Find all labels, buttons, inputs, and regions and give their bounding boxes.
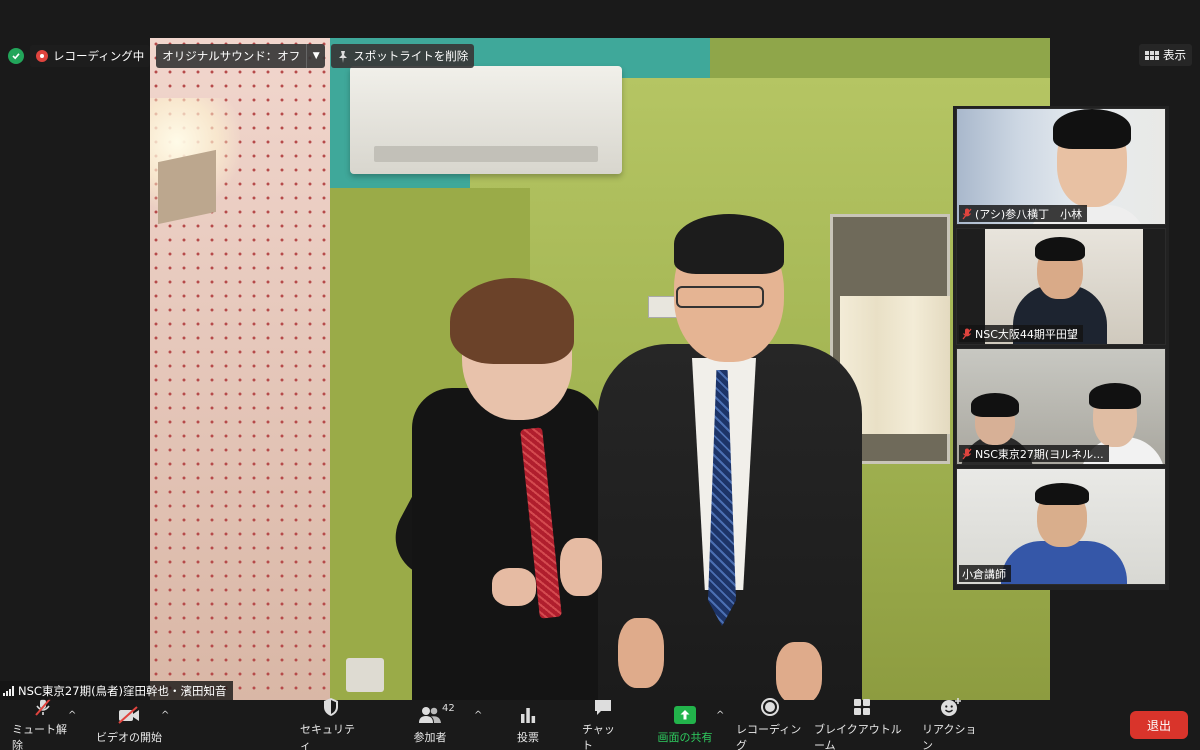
meeting-status: レコーディング中 オリジナルサウンド：オフ ▼ スポットライトを削除 [8,44,475,68]
mic-muted-icon [962,328,972,340]
pin-icon [339,50,348,63]
breakout-rooms-icon [852,697,872,717]
breakout-rooms-button[interactable]: ブレイクアウトルーム [814,697,910,750]
person-left-hand-2 [560,538,602,596]
share-options-chevron-icon[interactable]: ^ [716,710,724,721]
mic-muted-icon [962,448,972,460]
person-right-hand-2 [776,642,822,700]
share-screen-label: 画面の共有 [657,731,713,744]
participant-tile[interactable]: 小倉講師 [956,468,1166,585]
share-screen-icon [674,705,696,725]
wall-lamp [158,149,216,225]
participant-name: NSC東京27期(ヨルネル... [975,447,1104,461]
recording-label: レコーディング中 [53,49,145,63]
original-sound-toggle[interactable]: オリジナルサウンド：オフ ▼ [156,44,326,68]
start-video-button[interactable]: ビデオの開始 [96,700,162,750]
chat-label: チャット [582,723,615,750]
video-off-icon [117,705,141,725]
participant-hair [971,393,1019,417]
trash-bin [346,658,384,692]
record-icon [760,697,780,717]
unmute-label: ミュート解除 [12,723,67,750]
video-options-chevron-icon[interactable]: ^ [161,710,169,721]
view-label: 表示 [1163,48,1186,62]
original-sound-label: オリジナルサウンド：オフ [156,44,308,68]
participants-options-chevron-icon[interactable]: ^ [474,710,482,721]
smiley-plus-icon [940,697,962,717]
breakout-rooms-label: ブレイクアウトルーム [814,723,902,750]
participant-tile[interactable]: (アシ)参八横丁 小林 [956,108,1166,225]
recording-indicator[interactable]: レコーディング中 [30,45,151,67]
mic-muted-icon [33,697,53,717]
chat-button[interactable]: チャット [582,700,624,750]
start-video-label: ビデオの開始 [96,731,162,744]
recording-dot-icon [36,50,48,62]
remove-spotlight-button[interactable]: スポットライトを削除 [331,44,475,68]
shield-icon [321,697,341,717]
grid-view-icon [1145,50,1159,60]
participant-hair [1053,109,1131,149]
participant-name-tag: NSC東京27期(ヨルネル... [959,445,1109,462]
main-speaker-name-tag: NSC東京27期(鳥者)窪田幹也・濱田知音 [0,681,233,700]
view-button[interactable]: 表示 [1139,44,1192,66]
person-left-hand [492,568,536,606]
person-right-hair [674,214,784,274]
participant-name: NSC大阪44期平田望 [975,327,1078,341]
meeting-toolbar: ミュート解除 ^ ビデオの開始 ^ セキュリティ 42 参加者 ^ 投票 チャッ… [0,697,1200,750]
security-label: セキュリティ [300,723,355,750]
person-right-hand [618,618,664,688]
main-speaker-video[interactable] [150,38,1050,700]
polls-button[interactable]: 投票 [508,700,548,750]
chat-bubble-icon [593,697,613,717]
share-screen-button[interactable]: 画面の共有 [654,700,716,750]
participants-label: 参加者 [413,731,447,744]
security-button[interactable]: セキュリティ [300,697,362,750]
participant-name: 小倉講師 [962,567,1006,581]
participants-button[interactable]: 42 参加者 [400,700,460,750]
polls-label: 投票 [517,731,539,744]
reactions-button[interactable]: リアクション [922,697,980,750]
participant-hair [1089,383,1141,409]
participant-name-tag: (アシ)参八横丁 小林 [959,205,1088,222]
chevron-down-icon[interactable]: ▼ [307,51,325,61]
mic-muted-icon [962,208,972,220]
signal-strength-icon [3,685,14,696]
participant-name-tag: NSC大阪44期平田望 [959,325,1083,342]
participant-hair [1035,483,1089,505]
encryption-shield-icon[interactable] [8,48,24,64]
record-label: レコーディング [736,723,802,750]
participants-count: 42 [442,703,455,714]
participant-tile[interactable]: NSC東京27期(ヨルネル... [956,348,1166,465]
record-button[interactable]: レコーディング [736,697,804,750]
audio-options-chevron-icon[interactable]: ^ [68,710,76,721]
air-conditioner-vent [374,146,598,162]
participant-name: (アシ)参八横丁 小林 [975,207,1083,221]
main-speaker-name: NSC東京27期(鳥者)窪田幹也・濱田知音 [18,683,227,698]
participant-filmstrip: (アシ)参八横丁 小林 NSC大阪44期平田望 NSC東京27期(ヨルネル... [953,106,1169,590]
unmute-button[interactable]: ミュート解除 [12,697,74,750]
person-right-glasses [676,286,764,308]
leave-meeting-button[interactable]: 退出 [1130,711,1188,739]
participant-name-tag: 小倉講師 [959,565,1011,582]
person-left-hair [450,278,574,364]
bar-chart-icon [518,705,538,725]
remove-spotlight-label: スポットライトを削除 [353,49,469,63]
participant-hair [1035,237,1085,261]
top-bar [0,0,1200,38]
participant-tile[interactable]: NSC大阪44期平田望 [956,228,1166,345]
reactions-label: リアクション [922,723,977,750]
participants-icon: 42 [418,703,455,725]
participant-shirt [1001,541,1127,584]
